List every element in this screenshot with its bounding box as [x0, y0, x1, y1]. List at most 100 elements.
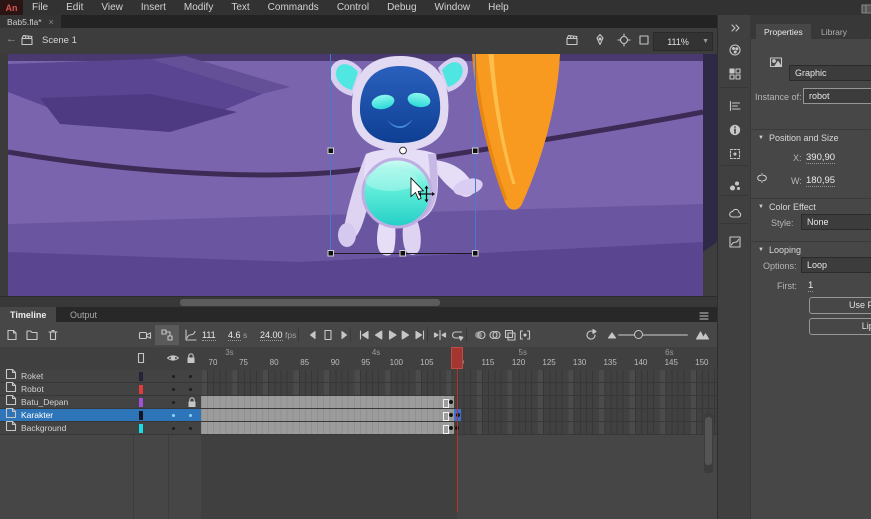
- tab-library[interactable]: Library: [813, 24, 855, 39]
- timeline-zoom-in-button[interactable]: [694, 327, 710, 343]
- first-value[interactable]: 1: [808, 280, 813, 292]
- frame-row-batu_depan[interactable]: [201, 396, 717, 409]
- edit-symbols-icon[interactable]: [593, 33, 607, 52]
- section-color-effect[interactable]: ▼ Color Effect: [751, 198, 871, 214]
- collapse-panels-icon[interactable]: [726, 19, 744, 37]
- menu-modify[interactable]: Modify: [175, 0, 222, 15]
- menu-insert[interactable]: Insert: [132, 0, 175, 15]
- layer-row-robot[interactable]: Robot: [0, 383, 201, 396]
- menu-help[interactable]: Help: [479, 0, 518, 15]
- document-tab[interactable]: Bab5.fla* ×: [0, 15, 61, 28]
- show-parenting-button[interactable]: [159, 327, 175, 343]
- delete-layer-button[interactable]: [45, 327, 61, 343]
- hscrollbar-thumb[interactable]: [180, 299, 440, 306]
- tab-timeline[interactable]: Timeline: [0, 307, 56, 322]
- layer-color-swatch[interactable]: [139, 398, 143, 407]
- motion-editor-icon[interactable]: [726, 233, 744, 251]
- eye-icon[interactable]: [166, 351, 180, 370]
- edit-multiple-frames-button[interactable]: [502, 327, 518, 343]
- section-looping[interactable]: ▼ Looping: [751, 241, 871, 257]
- lock-icon[interactable]: [184, 351, 198, 370]
- current-frame-indicator[interactable]: [320, 327, 336, 343]
- layer-row-batu_depan[interactable]: Batu_Depan: [0, 396, 201, 409]
- frame-span[interactable]: [201, 396, 454, 408]
- stage[interactable]: [0, 54, 717, 296]
- tab-properties[interactable]: Properties: [756, 24, 811, 39]
- menu-text[interactable]: Text: [222, 0, 258, 15]
- frame-row-background[interactable]: [201, 422, 717, 435]
- close-icon[interactable]: ×: [49, 17, 54, 27]
- section-position-size[interactable]: ▼ Position and Size: [751, 129, 871, 145]
- playhead-line[interactable]: [457, 367, 458, 512]
- layer-visibility-dot[interactable]: [172, 388, 175, 391]
- symbol-type-select[interactable]: Graphic: [789, 65, 871, 81]
- style-select[interactable]: None: [801, 214, 871, 230]
- modify-markers-button[interactable]: [517, 327, 533, 343]
- transform-point[interactable]: [400, 147, 407, 154]
- menu-window[interactable]: Window: [426, 0, 480, 15]
- frame-rate[interactable]: 24.00 fps: [260, 330, 296, 340]
- new-layer-button[interactable]: [4, 327, 20, 343]
- link-broken-icon[interactable]: [755, 171, 769, 190]
- stage-zoom-select[interactable]: 111% ▼: [653, 32, 713, 51]
- edit-scene-icon[interactable]: [565, 33, 579, 52]
- layer-depth-button[interactable]: [182, 327, 198, 343]
- vscrollbar-thumb[interactable]: [705, 417, 712, 465]
- layer-color-swatch[interactable]: [139, 372, 143, 381]
- loop-select[interactable]: Loop: [801, 257, 871, 273]
- layer-visibility-dot[interactable]: [172, 401, 175, 404]
- new-folder-button[interactable]: [24, 327, 40, 343]
- brush-library-icon[interactable]: [726, 177, 744, 195]
- frames-vscrollbar[interactable]: [704, 413, 713, 473]
- lip-syncing-button[interactable]: Lip Syncing: [809, 318, 871, 335]
- current-frame-value[interactable]: 111: [202, 330, 216, 341]
- menu-control[interactable]: Control: [328, 0, 378, 15]
- menu-file[interactable]: File: [23, 0, 57, 15]
- frame-row-roket[interactable]: [201, 370, 717, 383]
- w-value[interactable]: 180,95: [806, 175, 835, 187]
- slider-knob[interactable]: [634, 330, 643, 339]
- layer-color-swatch[interactable]: [139, 424, 143, 433]
- layer-row-background[interactable]: Background: [0, 422, 201, 435]
- go-to-last-frame-button[interactable]: [412, 327, 428, 343]
- creative-cloud-icon[interactable]: [726, 205, 744, 223]
- loop-playback-button[interactable]: [450, 327, 466, 343]
- onion-prev-button[interactable]: [305, 327, 321, 343]
- clip-content-icon[interactable]: [637, 33, 651, 52]
- layer-lock-dot[interactable]: [189, 427, 192, 430]
- add-camera-button[interactable]: [137, 327, 153, 343]
- layer-color-swatch[interactable]: [139, 385, 143, 394]
- frame-row-robot[interactable]: [201, 383, 717, 396]
- align-icon[interactable]: [726, 97, 744, 115]
- layer-color-swatch[interactable]: [139, 411, 143, 420]
- layer-visibility-dot[interactable]: [172, 414, 175, 417]
- info-icon[interactable]: [726, 121, 744, 139]
- transform-icon[interactable]: [726, 145, 744, 163]
- layer-visibility-dot[interactable]: [172, 427, 175, 430]
- x-value[interactable]: 390,90: [806, 152, 835, 164]
- tab-output[interactable]: Output: [60, 307, 107, 322]
- frame-span[interactable]: [201, 409, 454, 421]
- timeline-zoom-slider[interactable]: [618, 334, 688, 336]
- scene-name[interactable]: Scene 1: [42, 35, 77, 46]
- back-arrow-icon[interactable]: ←: [6, 33, 17, 45]
- instance-name-field[interactable]: robot: [803, 88, 871, 104]
- playhead-marker[interactable]: [451, 347, 463, 369]
- layer-row-roket[interactable]: Roket: [0, 370, 201, 383]
- layer-visibility-dot[interactable]: [172, 375, 175, 378]
- outline-column-icon[interactable]: [134, 351, 148, 370]
- frame-span[interactable]: [201, 422, 454, 434]
- onion-skin-button[interactable]: [472, 327, 488, 343]
- reset-timeline-zoom-button[interactable]: [583, 327, 599, 343]
- menu-view[interactable]: View: [92, 0, 132, 15]
- swatches-icon[interactable]: [726, 65, 744, 83]
- workspace-icon[interactable]: [860, 2, 871, 21]
- layer-lock-dot[interactable]: [189, 375, 192, 378]
- center-playhead-button[interactable]: [432, 327, 448, 343]
- layer-lock-dot[interactable]: [189, 414, 192, 417]
- layer-row-karakter[interactable]: Karakter: [0, 409, 201, 422]
- onion-outline-button[interactable]: [487, 327, 503, 343]
- layer-lock-dot[interactable]: [189, 388, 192, 391]
- center-frame-icon[interactable]: [617, 33, 631, 52]
- frame-row-karakter[interactable]: [201, 409, 717, 422]
